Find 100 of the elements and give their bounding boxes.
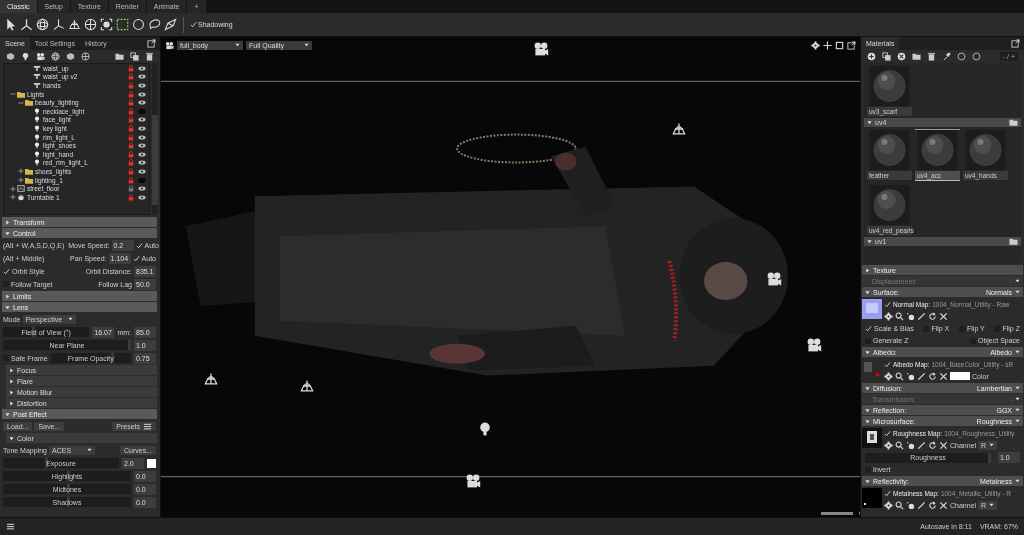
eye-icon[interactable] — [138, 91, 146, 97]
popout-icon[interactable] — [1011, 39, 1020, 48]
eye-icon[interactable] — [138, 160, 146, 166]
eye-icon[interactable] — [138, 151, 146, 157]
scrollbar[interactable] — [152, 63, 158, 215]
lock-icon[interactable] — [128, 193, 134, 201]
close-icon[interactable] — [939, 311, 948, 321]
popout-icon[interactable] — [847, 40, 856, 50]
pencil-icon[interactable] — [917, 440, 926, 450]
duplicate-icon[interactable] — [882, 52, 891, 61]
lamp-icon[interactable] — [68, 18, 81, 31]
lock-icon[interactable] — [128, 185, 134, 193]
frame-icon[interactable] — [835, 40, 844, 50]
collapse-arrow-icon[interactable] — [5, 411, 10, 417]
search-icon[interactable] — [895, 311, 904, 321]
collapse-arrow-icon[interactable] — [865, 418, 870, 424]
collapse-arrow-icon[interactable] — [865, 289, 870, 295]
pointer-icon[interactable] — [4, 18, 17, 31]
folder-icon[interactable] — [115, 52, 124, 61]
lock-icon[interactable] — [128, 116, 134, 124]
circle-icon[interactable] — [957, 52, 966, 61]
lock-icon[interactable] — [128, 82, 134, 89]
duplicate-icon[interactable] — [130, 52, 139, 61]
collapse-arrow-icon[interactable] — [867, 120, 872, 125]
texture-thumbnail[interactable] — [862, 428, 882, 448]
search-icon[interactable] — [895, 440, 904, 450]
folder-icon[interactable] — [1009, 118, 1018, 127]
eye-icon[interactable] — [138, 125, 146, 131]
eye-icon[interactable] — [138, 168, 146, 174]
checkmark-icon[interactable] — [132, 254, 140, 262]
eye-icon[interactable] — [138, 83, 146, 88]
material-thumbnail[interactable] — [963, 129, 1008, 170]
color-swatch[interactable] — [147, 458, 156, 468]
checkmark-icon[interactable] — [884, 360, 891, 368]
lock-icon[interactable] — [128, 142, 134, 150]
pencil-icon[interactable] — [917, 500, 926, 510]
checkmark-icon[interactable] — [190, 21, 197, 28]
refresh-icon[interactable] — [928, 311, 937, 321]
search-icon[interactable] — [895, 500, 904, 510]
eye-icon[interactable] — [138, 117, 146, 123]
expand-arrow-icon[interactable] — [5, 219, 10, 225]
globe-icon[interactable] — [81, 52, 90, 61]
expand-arrow-icon[interactable] — [5, 293, 10, 299]
pencil-icon[interactable] — [917, 311, 926, 321]
checkmark-icon[interactable] — [884, 429, 891, 437]
refresh-icon[interactable] — [928, 371, 937, 381]
expand-arrow-icon[interactable] — [9, 367, 14, 373]
refresh-icon[interactable] — [928, 440, 937, 450]
eye-icon[interactable] — [138, 65, 146, 71]
cube-icon[interactable] — [6, 52, 15, 61]
search-icon[interactable] — [895, 371, 904, 381]
expand-icon[interactable] — [10, 194, 16, 201]
camera-icon[interactable] — [165, 40, 174, 50]
collapse-arrow-icon[interactable] — [865, 349, 870, 355]
expand-icon[interactable] — [18, 177, 24, 183]
close-icon[interactable] — [939, 440, 948, 450]
expand-arrow-icon[interactable] — [9, 400, 14, 406]
texture-thumbnail[interactable] — [862, 299, 882, 319]
move-icon[interactable] — [823, 40, 832, 50]
lock-icon[interactable] — [128, 64, 134, 72]
texture-thumbnail[interactable] — [862, 488, 882, 508]
checkmark-icon[interactable] — [865, 325, 872, 332]
bulb-icon[interactable] — [21, 52, 30, 61]
folder-icon[interactable] — [1009, 237, 1018, 246]
selection-icon[interactable] — [116, 18, 129, 31]
collapse-arrow-icon[interactable] — [9, 435, 14, 441]
eye-icon[interactable] — [138, 143, 146, 149]
expand-arrow-icon[interactable] — [865, 267, 870, 273]
lock-icon[interactable] — [128, 73, 134, 81]
eye-icon[interactable] — [138, 134, 146, 140]
folder-icon[interactable] — [912, 52, 921, 61]
collapse-arrow-icon[interactable] — [865, 385, 870, 391]
picker-icon[interactable] — [942, 52, 951, 61]
lock-icon[interactable] — [128, 99, 134, 107]
circle-icon[interactable] — [972, 52, 981, 61]
refresh-icon[interactable] — [928, 500, 937, 510]
expand-arrow-icon[interactable] — [9, 378, 14, 384]
collapse-arrow-icon[interactable] — [5, 230, 10, 236]
globe-icon[interactable] — [84, 18, 97, 31]
collapse-arrow-icon[interactable] — [867, 239, 872, 244]
eye-icon[interactable] — [138, 74, 146, 80]
lock-icon[interactable] — [128, 167, 134, 175]
collapse-arrow-icon[interactable] — [865, 407, 870, 413]
material-thumbnail[interactable] — [867, 65, 912, 106]
cube-icon[interactable] — [66, 52, 75, 61]
texture-thumbnail[interactable] — [862, 359, 882, 379]
trash-icon[interactable] — [145, 52, 154, 61]
close-icon[interactable] — [939, 371, 948, 381]
trash-icon[interactable] — [927, 52, 936, 61]
remove-icon[interactable] — [897, 52, 906, 61]
expand-icon[interactable] — [10, 185, 16, 192]
color-swatch[interactable] — [950, 372, 970, 380]
collapse-arrow-icon[interactable] — [5, 304, 10, 310]
material-thumbnail[interactable] — [867, 184, 912, 225]
checkmark-icon[interactable] — [135, 241, 143, 249]
pencil-icon[interactable] — [917, 371, 926, 381]
circle-icon[interactable] — [132, 18, 145, 31]
menu-icon[interactable] — [6, 522, 15, 531]
expand-arrow-icon[interactable] — [9, 389, 14, 395]
camera-icon[interactable] — [36, 52, 45, 61]
